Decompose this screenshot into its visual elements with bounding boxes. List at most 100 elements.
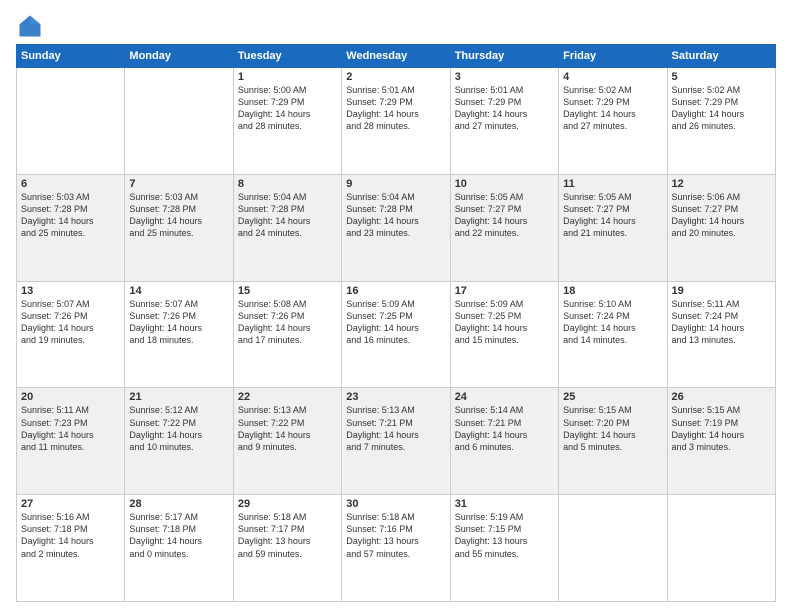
day-number: 24 [455,391,554,403]
calendar-week-row: 13Sunrise: 5:07 AMSunset: 7:26 PMDayligh… [17,281,776,388]
day-number: 16 [346,285,445,297]
day-content: Sunrise: 5:03 AMSunset: 7:28 PMDaylight:… [21,191,120,240]
day-number: 27 [21,498,120,510]
day-content: Sunrise: 5:19 AMSunset: 7:15 PMDaylight:… [455,511,554,560]
day-content: Sunrise: 5:18 AMSunset: 7:16 PMDaylight:… [346,511,445,560]
calendar-cell: 27Sunrise: 5:16 AMSunset: 7:18 PMDayligh… [17,495,125,602]
day-content: Sunrise: 5:08 AMSunset: 7:26 PMDaylight:… [238,298,337,347]
day-number: 26 [672,391,771,403]
day-number: 25 [563,391,662,403]
day-number: 7 [129,178,228,190]
calendar-cell: 29Sunrise: 5:18 AMSunset: 7:17 PMDayligh… [233,495,341,602]
day-number: 23 [346,391,445,403]
calendar-cell: 5Sunrise: 5:02 AMSunset: 7:29 PMDaylight… [667,68,775,175]
calendar-cell: 16Sunrise: 5:09 AMSunset: 7:25 PMDayligh… [342,281,450,388]
day-content: Sunrise: 5:15 AMSunset: 7:20 PMDaylight:… [563,404,662,453]
weekday-header-wednesday: Wednesday [342,45,450,68]
day-number: 22 [238,391,337,403]
day-number: 2 [346,71,445,83]
day-content: Sunrise: 5:05 AMSunset: 7:27 PMDaylight:… [563,191,662,240]
day-content: Sunrise: 5:13 AMSunset: 7:22 PMDaylight:… [238,404,337,453]
calendar-cell: 7Sunrise: 5:03 AMSunset: 7:28 PMDaylight… [125,174,233,281]
calendar-table: SundayMondayTuesdayWednesdayThursdayFrid… [16,44,776,602]
calendar-cell: 12Sunrise: 5:06 AMSunset: 7:27 PMDayligh… [667,174,775,281]
calendar-cell: 14Sunrise: 5:07 AMSunset: 7:26 PMDayligh… [125,281,233,388]
day-content: Sunrise: 5:13 AMSunset: 7:21 PMDaylight:… [346,404,445,453]
weekday-header-row: SundayMondayTuesdayWednesdayThursdayFrid… [17,45,776,68]
day-content: Sunrise: 5:09 AMSunset: 7:25 PMDaylight:… [346,298,445,347]
day-content: Sunrise: 5:04 AMSunset: 7:28 PMDaylight:… [238,191,337,240]
day-content: Sunrise: 5:16 AMSunset: 7:18 PMDaylight:… [21,511,120,560]
day-content: Sunrise: 5:03 AMSunset: 7:28 PMDaylight:… [129,191,228,240]
day-content: Sunrise: 5:11 AMSunset: 7:23 PMDaylight:… [21,404,120,453]
day-number: 4 [563,71,662,83]
day-content: Sunrise: 5:18 AMSunset: 7:17 PMDaylight:… [238,511,337,560]
calendar-week-row: 6Sunrise: 5:03 AMSunset: 7:28 PMDaylight… [17,174,776,281]
day-content: Sunrise: 5:17 AMSunset: 7:18 PMDaylight:… [129,511,228,560]
weekday-header-tuesday: Tuesday [233,45,341,68]
day-content: Sunrise: 5:12 AMSunset: 7:22 PMDaylight:… [129,404,228,453]
day-number: 20 [21,391,120,403]
day-content: Sunrise: 5:02 AMSunset: 7:29 PMDaylight:… [563,84,662,133]
calendar-cell: 23Sunrise: 5:13 AMSunset: 7:21 PMDayligh… [342,388,450,495]
calendar-cell: 3Sunrise: 5:01 AMSunset: 7:29 PMDaylight… [450,68,558,175]
day-content: Sunrise: 5:06 AMSunset: 7:27 PMDaylight:… [672,191,771,240]
calendar-cell: 1Sunrise: 5:00 AMSunset: 7:29 PMDaylight… [233,68,341,175]
day-number: 30 [346,498,445,510]
weekday-header-sunday: Sunday [17,45,125,68]
calendar-cell [667,495,775,602]
calendar-cell: 15Sunrise: 5:08 AMSunset: 7:26 PMDayligh… [233,281,341,388]
logo-icon [16,12,44,40]
day-number: 17 [455,285,554,297]
calendar-cell: 24Sunrise: 5:14 AMSunset: 7:21 PMDayligh… [450,388,558,495]
calendar-cell: 11Sunrise: 5:05 AMSunset: 7:27 PMDayligh… [559,174,667,281]
calendar-cell: 21Sunrise: 5:12 AMSunset: 7:22 PMDayligh… [125,388,233,495]
day-content: Sunrise: 5:04 AMSunset: 7:28 PMDaylight:… [346,191,445,240]
day-number: 3 [455,71,554,83]
day-content: Sunrise: 5:14 AMSunset: 7:21 PMDaylight:… [455,404,554,453]
day-number: 29 [238,498,337,510]
day-content: Sunrise: 5:10 AMSunset: 7:24 PMDaylight:… [563,298,662,347]
calendar-cell [125,68,233,175]
calendar-week-row: 27Sunrise: 5:16 AMSunset: 7:18 PMDayligh… [17,495,776,602]
day-content: Sunrise: 5:01 AMSunset: 7:29 PMDaylight:… [346,84,445,133]
calendar-week-row: 20Sunrise: 5:11 AMSunset: 7:23 PMDayligh… [17,388,776,495]
calendar-body: 1Sunrise: 5:00 AMSunset: 7:29 PMDaylight… [17,68,776,602]
calendar-header: SundayMondayTuesdayWednesdayThursdayFrid… [17,45,776,68]
calendar-cell: 31Sunrise: 5:19 AMSunset: 7:15 PMDayligh… [450,495,558,602]
calendar-cell: 19Sunrise: 5:11 AMSunset: 7:24 PMDayligh… [667,281,775,388]
day-content: Sunrise: 5:15 AMSunset: 7:19 PMDaylight:… [672,404,771,453]
day-number: 10 [455,178,554,190]
day-content: Sunrise: 5:02 AMSunset: 7:29 PMDaylight:… [672,84,771,133]
day-number: 8 [238,178,337,190]
calendar-cell: 25Sunrise: 5:15 AMSunset: 7:20 PMDayligh… [559,388,667,495]
day-number: 12 [672,178,771,190]
day-content: Sunrise: 5:00 AMSunset: 7:29 PMDaylight:… [238,84,337,133]
day-number: 18 [563,285,662,297]
day-number: 15 [238,285,337,297]
day-content: Sunrise: 5:11 AMSunset: 7:24 PMDaylight:… [672,298,771,347]
calendar-cell: 20Sunrise: 5:11 AMSunset: 7:23 PMDayligh… [17,388,125,495]
calendar-cell: 30Sunrise: 5:18 AMSunset: 7:16 PMDayligh… [342,495,450,602]
day-number: 28 [129,498,228,510]
day-number: 9 [346,178,445,190]
day-number: 14 [129,285,228,297]
page: SundayMondayTuesdayWednesdayThursdayFrid… [0,0,792,612]
calendar-cell: 13Sunrise: 5:07 AMSunset: 7:26 PMDayligh… [17,281,125,388]
calendar-cell: 8Sunrise: 5:04 AMSunset: 7:28 PMDaylight… [233,174,341,281]
day-content: Sunrise: 5:07 AMSunset: 7:26 PMDaylight:… [21,298,120,347]
calendar-cell [17,68,125,175]
day-number: 1 [238,71,337,83]
day-number: 31 [455,498,554,510]
weekday-header-thursday: Thursday [450,45,558,68]
calendar-cell: 10Sunrise: 5:05 AMSunset: 7:27 PMDayligh… [450,174,558,281]
day-content: Sunrise: 5:01 AMSunset: 7:29 PMDaylight:… [455,84,554,133]
calendar-cell: 2Sunrise: 5:01 AMSunset: 7:29 PMDaylight… [342,68,450,175]
day-content: Sunrise: 5:09 AMSunset: 7:25 PMDaylight:… [455,298,554,347]
day-content: Sunrise: 5:05 AMSunset: 7:27 PMDaylight:… [455,191,554,240]
day-content: Sunrise: 5:07 AMSunset: 7:26 PMDaylight:… [129,298,228,347]
day-number: 13 [21,285,120,297]
calendar-cell [559,495,667,602]
day-number: 19 [672,285,771,297]
weekday-header-monday: Monday [125,45,233,68]
